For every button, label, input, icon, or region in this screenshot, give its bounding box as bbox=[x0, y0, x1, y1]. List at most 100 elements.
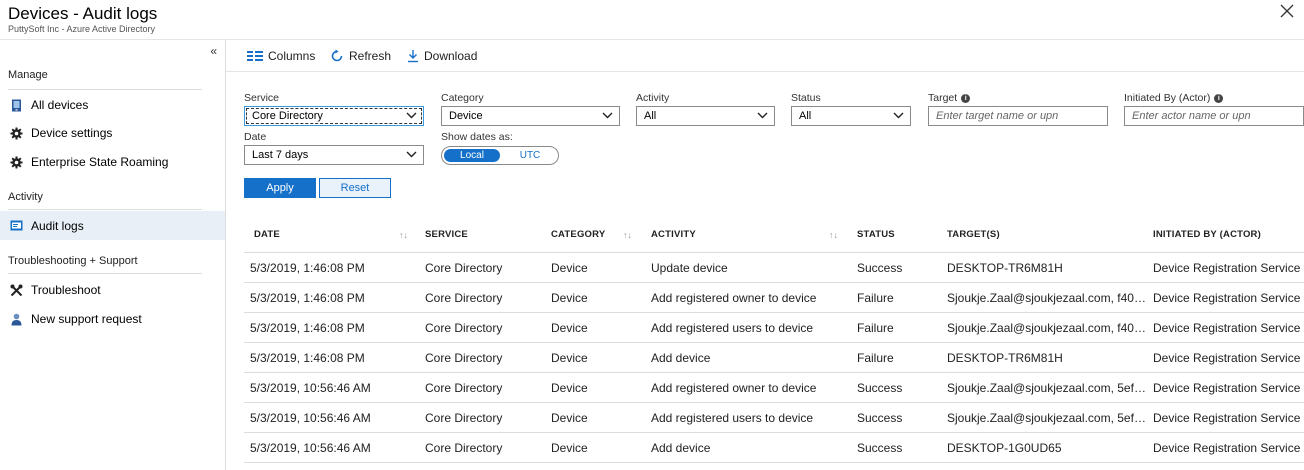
cell-status: Failure bbox=[857, 321, 894, 335]
info-icon[interactable]: i bbox=[1214, 93, 1224, 103]
status-dropdown[interactable]: All bbox=[791, 106, 911, 126]
sidebar-item-all-devices[interactable]: All devices bbox=[0, 91, 225, 119]
cell-service: Core Directory bbox=[425, 261, 503, 275]
actor-input[interactable]: Enter actor name or upn bbox=[1124, 106, 1304, 126]
cell-category: Device bbox=[551, 261, 588, 275]
gear-icon bbox=[9, 155, 23, 169]
date-dropdown[interactable]: Last 7 days bbox=[244, 145, 424, 165]
table-row[interactable]: 5/3/2019, 1:46:08 PM Core Directory Device… bbox=[244, 313, 1304, 343]
status-label: Status bbox=[791, 92, 821, 104]
service-value: Core Directory bbox=[252, 110, 323, 122]
category-dropdown[interactable]: Device bbox=[441, 106, 620, 126]
download-button[interactable]: Download bbox=[407, 48, 477, 64]
cell-activity: Add device bbox=[651, 441, 711, 455]
sidebar-item-troubleshoot[interactable]: Troubleshoot bbox=[0, 276, 225, 304]
column-header-status[interactable]: STATUS bbox=[857, 229, 895, 240]
apply-button[interactable]: Apply bbox=[244, 178, 316, 198]
cell-category: Device bbox=[551, 381, 588, 395]
page-title: Devices - Audit logs bbox=[8, 4, 158, 23]
table-row[interactable]: 5/3/2019, 10:56:46 AM Core Directory Devic… bbox=[244, 373, 1304, 403]
columns-icon bbox=[247, 51, 263, 61]
cell-activity: Update device bbox=[651, 261, 728, 275]
cell-target: Sjoukje.Zaal@sjoukjezaal.com, 5ef99... bbox=[947, 411, 1147, 425]
chevron-down-icon bbox=[406, 151, 417, 158]
toggle-local[interactable]: Local bbox=[444, 149, 500, 162]
refresh-button[interactable]: Refresh bbox=[330, 48, 391, 64]
cell-status: Success bbox=[857, 261, 903, 275]
sort-icon[interactable]: ↑↓ bbox=[623, 230, 632, 240]
date-value: Last 7 days bbox=[252, 149, 309, 161]
close-icon[interactable] bbox=[1280, 4, 1296, 20]
refresh-icon bbox=[331, 49, 343, 62]
cell-service: Core Directory bbox=[425, 381, 503, 395]
category-value: Device bbox=[449, 110, 483, 122]
sidebar-item-audit-logs[interactable]: Audit logs bbox=[0, 211, 225, 240]
collapse-sidebar-button[interactable]: « bbox=[210, 44, 217, 58]
refresh-label: Refresh bbox=[349, 49, 392, 63]
download-label: Download bbox=[424, 49, 478, 63]
cell-target: DESKTOP-1G0UD65 bbox=[947, 441, 1062, 455]
divider bbox=[244, 462, 1304, 463]
cell-status: Success bbox=[857, 441, 903, 455]
blade-header: Devices - Audit logs PuttySoft Inc - Azu… bbox=[0, 0, 1304, 40]
reset-button[interactable]: Reset bbox=[319, 178, 391, 198]
column-header-category[interactable]: CATEGORY bbox=[551, 229, 605, 240]
cell-activity: Add registered owner to device bbox=[651, 291, 817, 305]
section-troubleshooting: Troubleshooting + Support bbox=[8, 255, 138, 267]
table-row[interactable]: 5/3/2019, 1:46:08 PM Core Directory Device… bbox=[244, 253, 1304, 283]
sort-icon[interactable]: ↑↓ bbox=[829, 230, 838, 240]
cell-category: Device bbox=[551, 411, 588, 425]
table-row[interactable]: 5/3/2019, 1:46:08 PM Core Directory Device… bbox=[244, 343, 1304, 373]
service-label: Service bbox=[244, 92, 280, 104]
sort-icon[interactable]: ↑↓ bbox=[399, 230, 408, 240]
cell-category: Device bbox=[551, 321, 588, 335]
columns-button[interactable]: Columns bbox=[247, 48, 315, 64]
cell-target: DESKTOP-TR6M81H bbox=[947, 351, 1063, 365]
sidebar-item-new-support-request[interactable]: New support request bbox=[0, 305, 225, 333]
cell-service: Core Directory bbox=[425, 351, 503, 365]
sidebar-item-enterprise-state-roaming[interactable]: Enterprise State Roaming bbox=[0, 148, 225, 176]
chevron-down-icon bbox=[893, 112, 904, 119]
column-header-targets[interactable]: TARGET(S) bbox=[947, 229, 1000, 240]
cell-initiated-by: Device Registration Service bbox=[1153, 411, 1301, 425]
activity-value: All bbox=[644, 110, 657, 122]
divider bbox=[8, 273, 202, 274]
table-row[interactable]: 5/3/2019, 10:56:46 AM Core Directory Devic… bbox=[244, 433, 1304, 463]
cell-initiated-by: Device Registration Service bbox=[1153, 381, 1301, 395]
activity-dropdown[interactable]: All bbox=[636, 106, 775, 126]
column-header-date[interactable]: DATE bbox=[254, 229, 280, 240]
target-input[interactable]: Enter target name or upn bbox=[928, 106, 1108, 126]
cell-target: Sjoukje.Zaal@sjoukjezaal.com, f4090... bbox=[947, 291, 1147, 305]
info-icon[interactable]: i bbox=[961, 93, 971, 103]
section-activity: Activity bbox=[8, 191, 43, 203]
cell-service: Core Directory bbox=[425, 321, 503, 335]
divider bbox=[8, 89, 202, 90]
cell-service: Core Directory bbox=[425, 441, 503, 455]
cell-status: Failure bbox=[857, 291, 894, 305]
table-row[interactable]: 5/3/2019, 1:46:08 PM Core Directory Device… bbox=[244, 283, 1304, 313]
cell-service: Core Directory bbox=[425, 411, 503, 425]
column-header-initiated-by[interactable]: INITIATED BY (ACTOR) bbox=[1153, 229, 1261, 240]
cell-date: 5/3/2019, 10:56:46 AM bbox=[250, 411, 371, 425]
table-row[interactable]: 5/3/2019, 10:56:46 AM Core Directory Devic… bbox=[244, 403, 1304, 433]
cell-date: 5/3/2019, 1:46:08 PM bbox=[250, 351, 365, 365]
activity-label: Activity bbox=[636, 92, 670, 104]
category-label: Category bbox=[441, 92, 484, 104]
cell-activity: Add device bbox=[651, 351, 711, 365]
show-dates-label: Show dates as: bbox=[441, 131, 513, 143]
cell-activity: Add registered users to device bbox=[651, 321, 814, 335]
date-format-toggle: Local UTC bbox=[441, 146, 559, 165]
sidebar-item-device-settings[interactable]: Device settings bbox=[0, 119, 225, 147]
column-header-activity[interactable]: ACTIVITY bbox=[651, 229, 696, 240]
cell-status: Success bbox=[857, 381, 903, 395]
initiated-by-label: Initiated By (Actor) i bbox=[1124, 92, 1224, 104]
wrench-icon bbox=[9, 283, 23, 297]
cell-initiated-by: Device Registration Service bbox=[1153, 351, 1301, 365]
column-header-service[interactable]: SERVICE bbox=[425, 229, 468, 240]
cell-status: Success bbox=[857, 411, 903, 425]
toggle-utc[interactable]: UTC bbox=[502, 149, 558, 162]
service-dropdown[interactable]: Core Directory bbox=[244, 106, 424, 126]
divider bbox=[8, 209, 202, 210]
chevron-down-icon bbox=[757, 112, 768, 119]
date-label: Date bbox=[244, 131, 267, 143]
